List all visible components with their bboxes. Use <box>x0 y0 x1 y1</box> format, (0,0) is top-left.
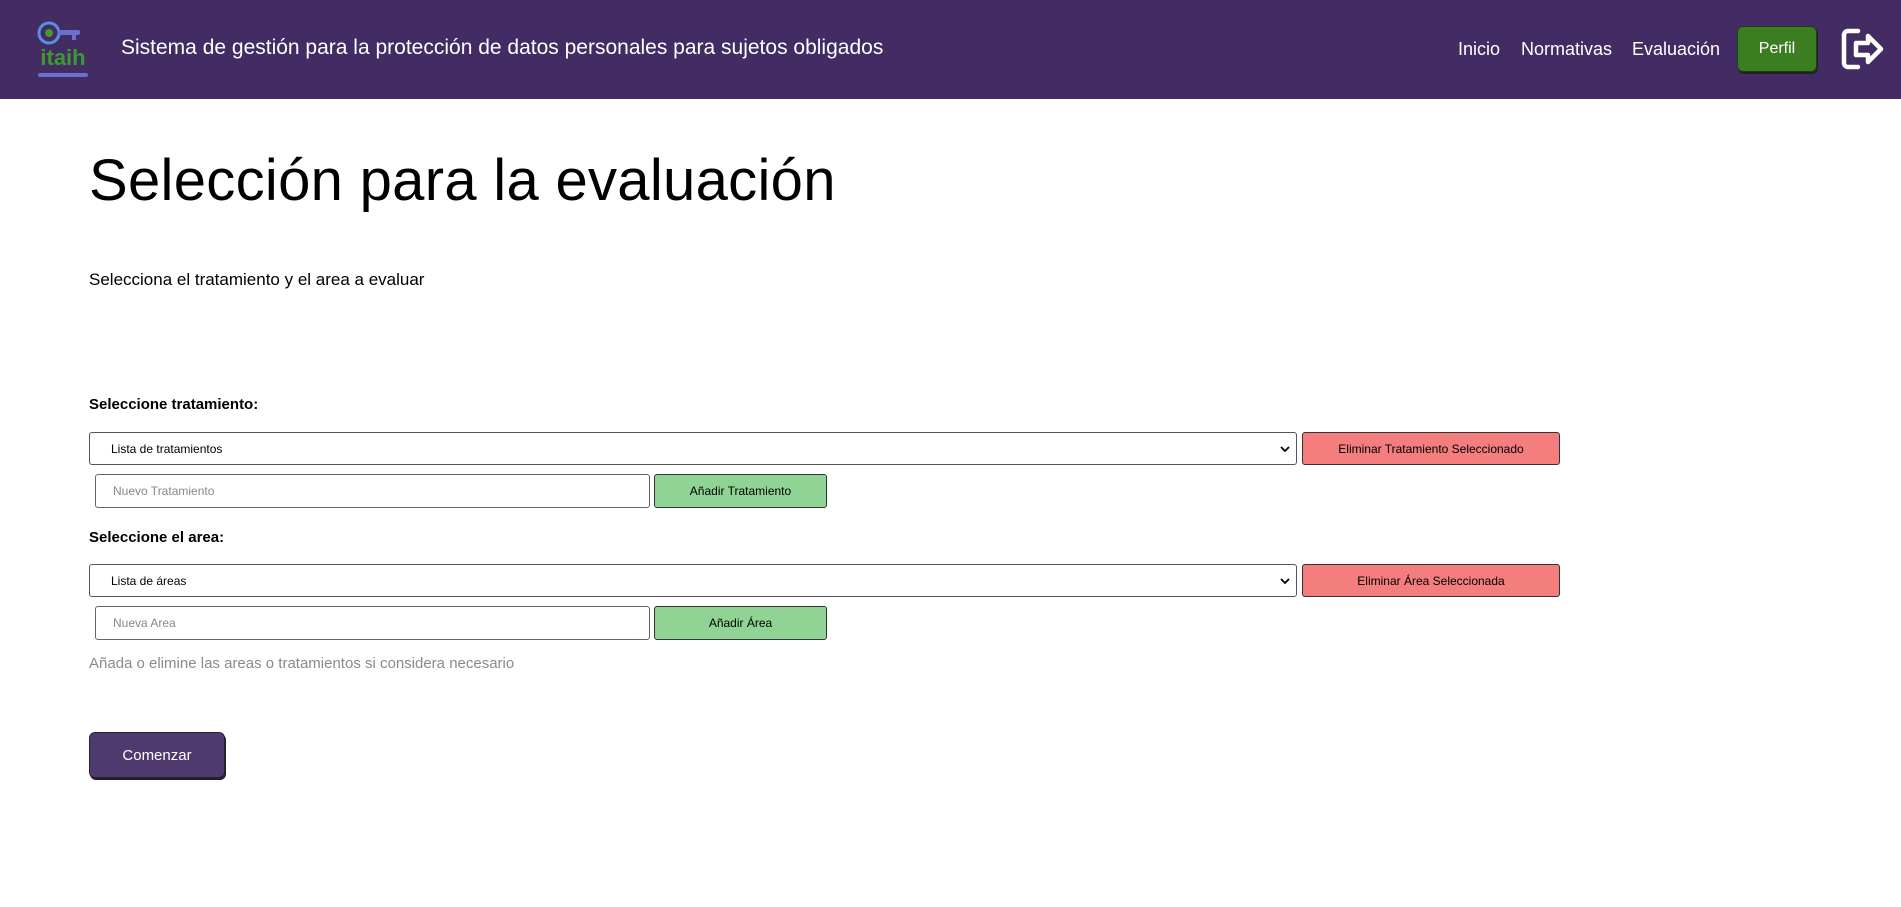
add-area-button[interactable]: Añadir Área <box>654 606 827 640</box>
treatment-label: Seleccione tratamiento: <box>89 396 259 413</box>
delete-area-button[interactable]: Eliminar Área Seleccionada <box>1302 564 1560 597</box>
delete-treatment-button[interactable]: Eliminar Tratamiento Seleccionado <box>1302 432 1560 465</box>
new-area-input[interactable] <box>95 606 650 640</box>
page-title: Selección para la evaluación <box>89 148 836 213</box>
area-label: Seleccione el area: <box>89 529 225 546</box>
start-button[interactable]: Comenzar <box>89 732 225 778</box>
area-select[interactable]: Lista de áreas <box>89 564 1297 597</box>
new-treatment-input[interactable] <box>95 474 650 508</box>
nav-link-evaluacion[interactable]: Evaluación <box>1632 39 1720 60</box>
logout-icon[interactable] <box>1838 25 1886 73</box>
chevron-down-icon <box>1280 578 1290 585</box>
nav-link-inicio[interactable]: Inicio <box>1458 39 1500 60</box>
chevron-down-icon <box>1280 446 1290 453</box>
logo-text: itaih <box>40 45 85 70</box>
treatment-select[interactable]: Lista de tratamientos <box>89 432 1297 465</box>
app-title: Sistema de gestión para la protección de… <box>121 36 884 59</box>
itaih-logo[interactable]: itaih <box>36 20 90 80</box>
area-select-value: Lista de áreas <box>111 573 187 588</box>
treatment-select-value: Lista de tratamientos <box>111 441 223 456</box>
help-text: Añada o elimine las areas o tratamientos… <box>89 655 515 672</box>
profile-button[interactable]: Perfil <box>1737 26 1817 72</box>
nav-link-normativas[interactable]: Normativas <box>1521 39 1612 60</box>
page-subtitle: Selecciona el tratamiento y el area a ev… <box>89 270 425 289</box>
top-navbar: itaih Sistema de gestión para la protecc… <box>0 0 1901 99</box>
add-treatment-button[interactable]: Añadir Tratamiento <box>654 474 827 508</box>
